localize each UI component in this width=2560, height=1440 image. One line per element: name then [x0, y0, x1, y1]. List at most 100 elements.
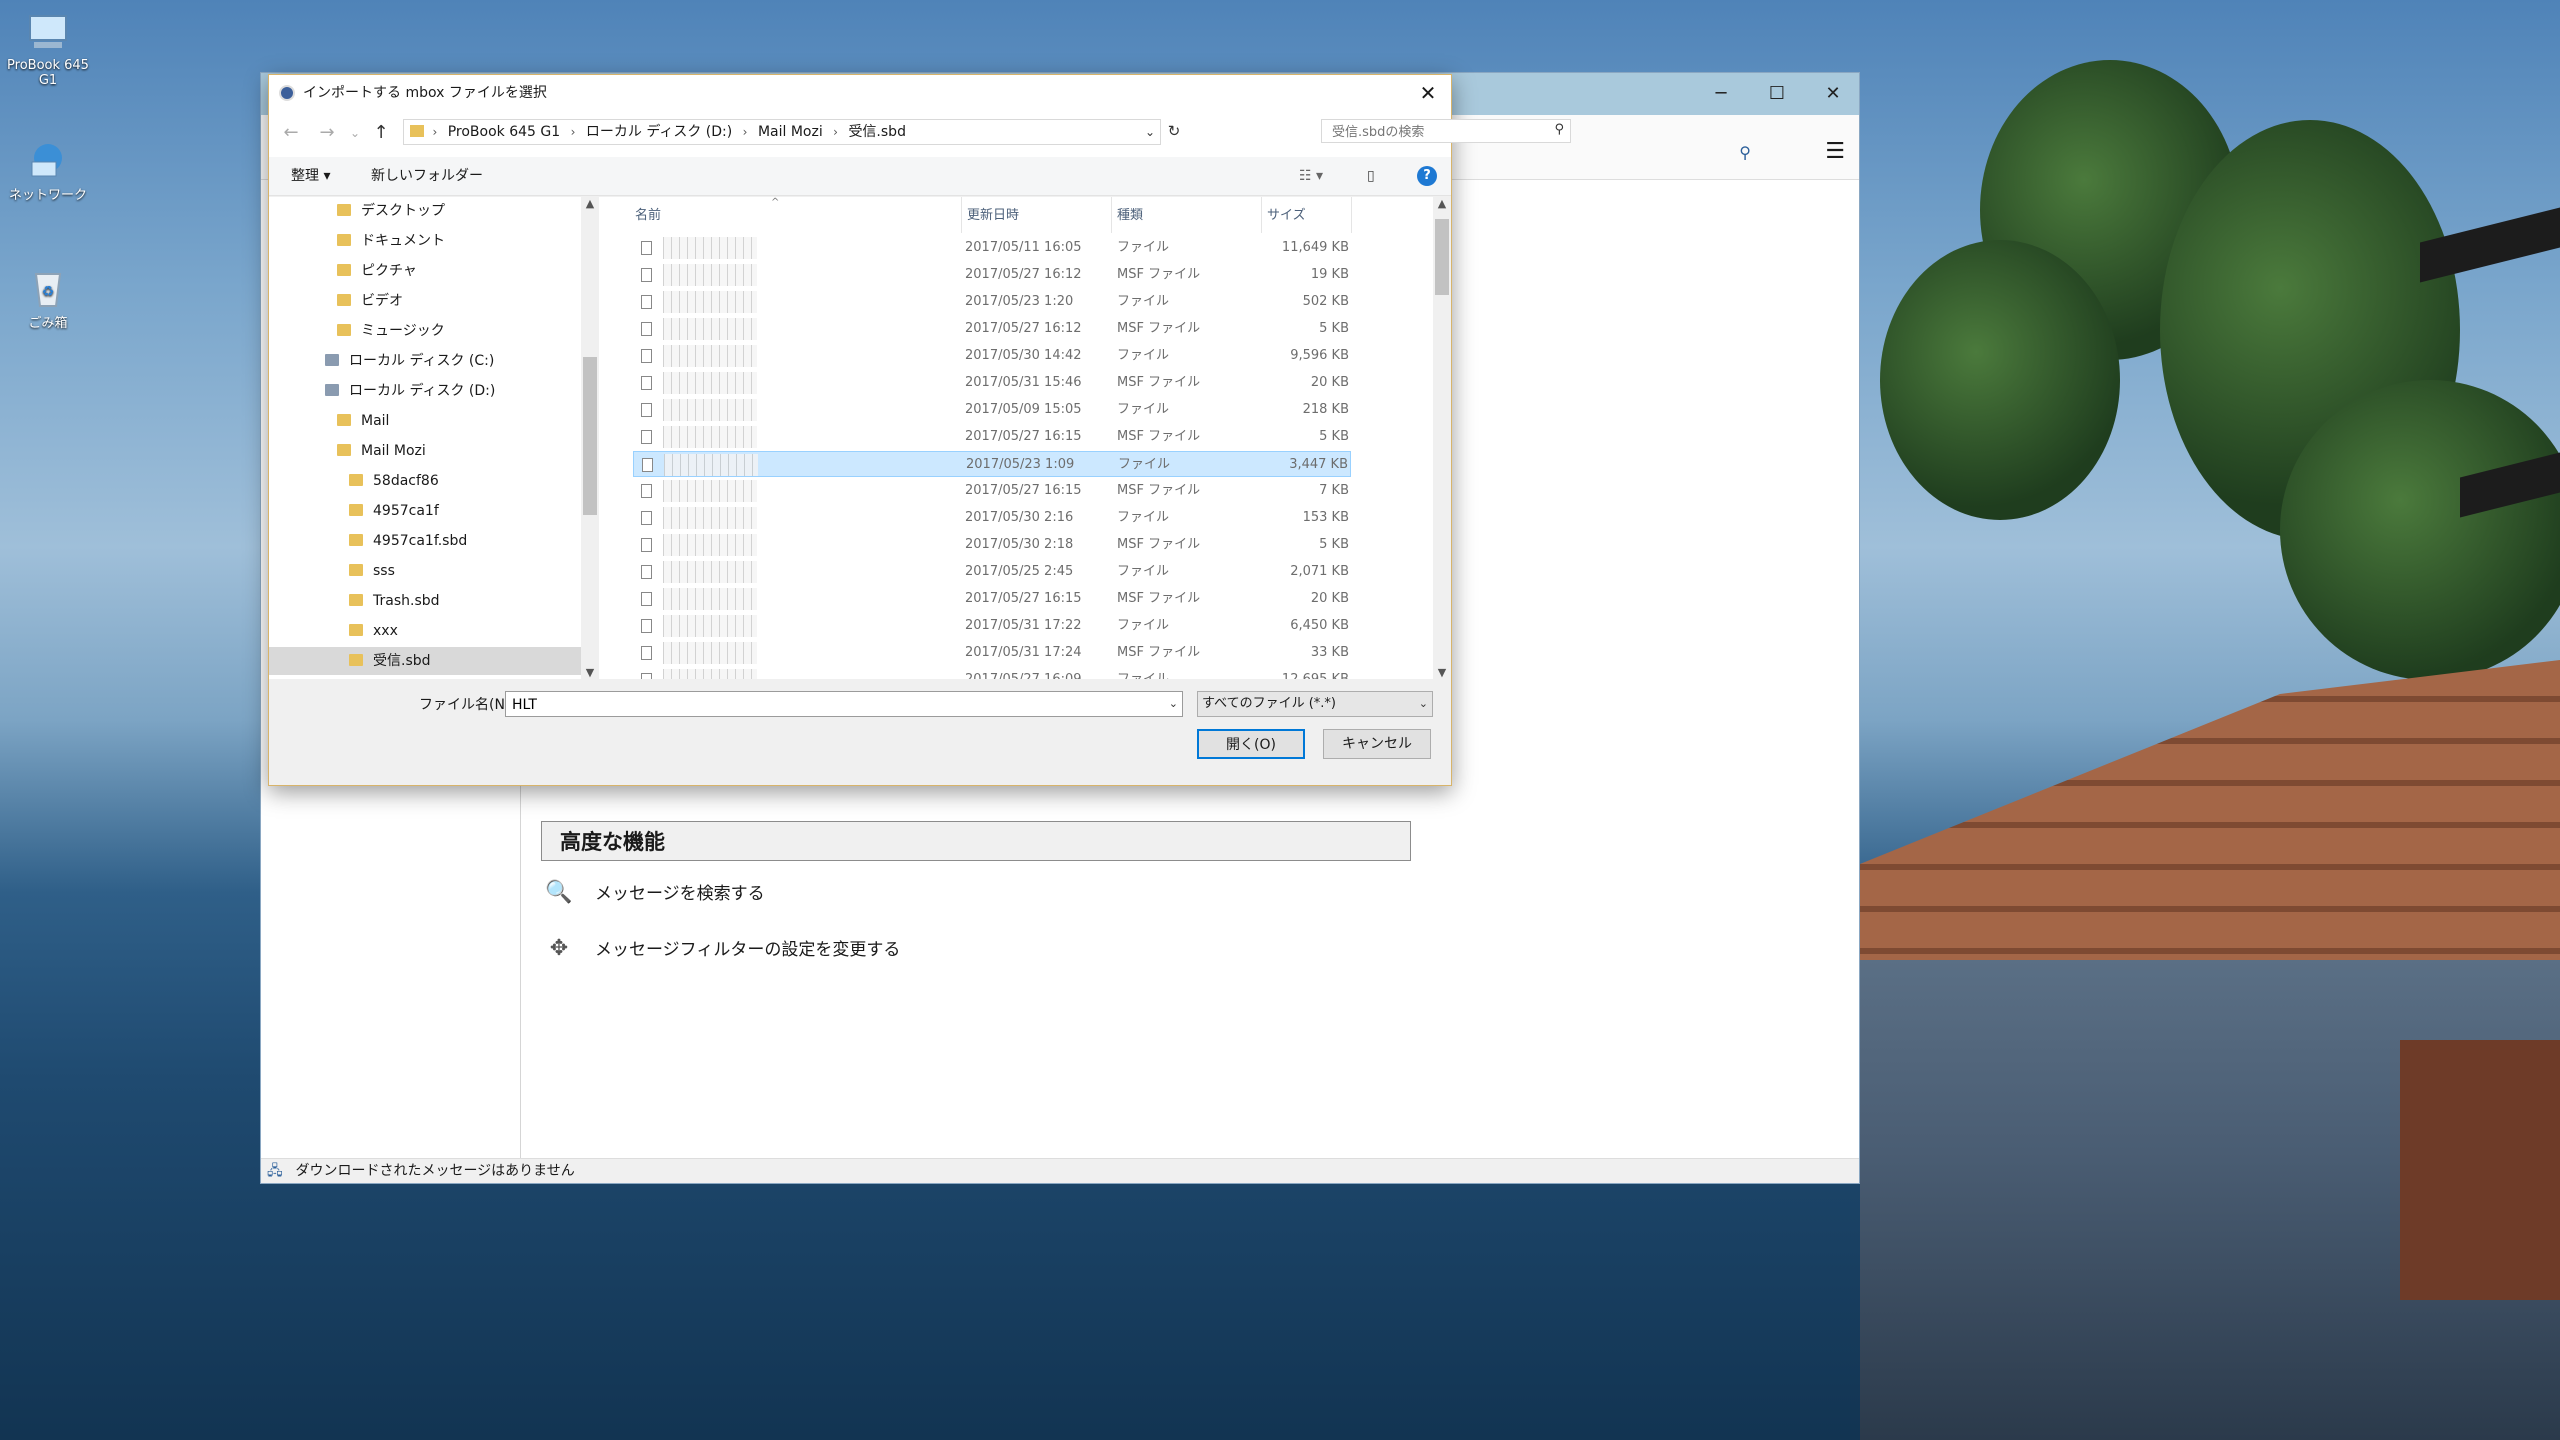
recent-locations-chevron-icon[interactable]: ⌄ [341, 119, 369, 147]
dialog-titlebar: インポートする mbox ファイルを選択 ✕ [269, 75, 1451, 111]
breadcrumb-item[interactable]: Mail Mozi [758, 120, 823, 144]
tree-scrollbar[interactable]: ▲ ▼ [581, 197, 599, 679]
redacted-filename [663, 399, 757, 421]
file-row[interactable]: 2017/05/27 16:15 MSF ファイル 5 KB [633, 424, 1351, 450]
file-list-scrollbar[interactable]: ▲ ▼ [1433, 197, 1451, 679]
tree-item[interactable]: sss [269, 557, 599, 585]
tree-item[interactable]: ミュージック [269, 317, 599, 345]
file-size: 20 KB [1310, 591, 1349, 606]
tree-item[interactable]: ビデオ [269, 287, 599, 315]
desktop-icon-computer[interactable]: ProBook 645 G1 [6, 14, 90, 88]
file-icon [641, 484, 652, 498]
app-search-input[interactable]: ⚲ [1441, 141, 1771, 169]
scroll-up-icon[interactable]: ▲ [581, 197, 599, 210]
dialog-close-button[interactable]: ✕ [1405, 75, 1451, 111]
file-row[interactable]: 2017/05/09 15:05 ファイル 218 KB [633, 397, 1351, 423]
column-divider[interactable] [1261, 197, 1262, 233]
file-row[interactable]: 2017/05/25 2:45 ファイル 2,071 KB [633, 559, 1351, 585]
cancel-button[interactable]: キャンセル [1323, 729, 1431, 759]
help-icon[interactable]: ? [1417, 166, 1437, 186]
desktop-icon-recycle-bin[interactable]: ♻ ごみ箱 [6, 268, 90, 331]
svg-text:♻: ♻ [42, 284, 55, 300]
column-divider[interactable] [1111, 197, 1112, 233]
tree-item[interactable]: 4957ca1f [269, 497, 599, 525]
tree-item[interactable]: ローカル ディスク (C:) [269, 347, 599, 375]
maximize-button[interactable]: ☐ [1749, 73, 1805, 115]
search-input[interactable] [1330, 121, 1544, 143]
file-row[interactable]: 2017/05/31 17:24 MSF ファイル 33 KB [633, 640, 1351, 666]
up-arrow-icon[interactable]: ↑ [367, 119, 395, 147]
open-button[interactable]: 開く(O) [1197, 729, 1305, 759]
column-header-type[interactable]: 種類 [1117, 203, 1143, 229]
file-row[interactable]: 2017/05/23 1:09 ファイル 3,447 KB [633, 451, 1351, 477]
tree-item[interactable]: xxx [269, 617, 599, 645]
file-row[interactable]: 2017/05/31 17:22 ファイル 6,450 KB [633, 613, 1351, 639]
tree-item[interactable]: ドキュメント [269, 227, 599, 255]
tree-item[interactable]: Mail [269, 407, 599, 435]
tree-scrollbar-thumb[interactable] [583, 357, 597, 515]
breadcrumb[interactable]: › ProBook 645 G1 › ローカル ディスク (D:) › Mail… [403, 119, 1161, 145]
file-type-select[interactable]: すべてのファイル (*.*) ⌄ [1197, 691, 1433, 717]
tree-item[interactable]: 58dacf86 [269, 467, 599, 495]
organize-button[interactable]: 整理 ▾ [291, 157, 330, 195]
tree-item[interactable]: ピクチャ [269, 257, 599, 285]
scroll-down-icon[interactable]: ▼ [581, 666, 599, 679]
scroll-down-icon[interactable]: ▼ [1433, 666, 1451, 679]
close-button[interactable]: ✕ [1805, 73, 1861, 115]
file-row[interactable]: 2017/05/27 16:15 MSF ファイル 20 KB [633, 586, 1351, 612]
file-size: 11,649 KB [1281, 240, 1349, 255]
file-row[interactable]: 2017/05/27 16:12 MSF ファイル 5 KB [633, 316, 1351, 342]
message-filters-link[interactable]: ✥ メッセージフィルターの設定を変更する [541, 931, 901, 967]
file-row[interactable]: 2017/05/30 14:42 ファイル 9,596 KB [633, 343, 1351, 369]
file-row[interactable]: 2017/05/31 15:46 MSF ファイル 20 KB [633, 370, 1351, 396]
filename-combobox[interactable]: ⌄ [505, 691, 1183, 717]
desktop-icon-network[interactable]: ネットワーク [6, 140, 90, 203]
tree-item-label: 4957ca1f [373, 503, 439, 519]
search-icon[interactable]: ⚲ [1739, 143, 1751, 162]
desktop-icon-label: ネットワーク [8, 188, 87, 203]
tree-item[interactable]: Mail Mozi [269, 437, 599, 465]
dialog-body: デスクトップ ドキュメント ピクチャ ビデオ ミュージック ローカル ディスク (C:) ロ… [269, 197, 1451, 679]
file-list-scrollbar-thumb[interactable] [1435, 219, 1449, 295]
new-folder-button[interactable]: 新しいフォルダー [371, 157, 483, 195]
file-row[interactable]: 2017/05/27 16:09 ファイル 12,695 KB [633, 667, 1351, 679]
tree-item[interactable]: 受信.sbd [269, 647, 599, 675]
folder-icon [337, 444, 351, 456]
file-row[interactable]: 2017/05/30 2:16 ファイル 153 KB [633, 505, 1351, 531]
tree-item[interactable]: デスクトップ [269, 197, 599, 225]
file-row[interactable]: 2017/05/27 16:15 MSF ファイル 7 KB [633, 478, 1351, 504]
search-messages-link[interactable]: 🔍 メッセージを検索する [541, 875, 764, 911]
preview-pane-icon[interactable]: ▯ [1367, 157, 1375, 195]
breadcrumb-item[interactable]: 受信.sbd [848, 120, 906, 144]
desktop-icon-label: ProBook 645 G1 [7, 58, 89, 88]
back-arrow-icon[interactable]: ← [277, 119, 305, 147]
filename-input[interactable] [510, 693, 1134, 717]
file-row[interactable]: 2017/05/27 16:12 MSF ファイル 19 KB [633, 262, 1351, 288]
column-header-name[interactable]: 名前 [635, 203, 661, 229]
column-header-size[interactable]: サイズ [1267, 203, 1306, 229]
tree-item[interactable]: ローカル ディスク (D:) [269, 377, 599, 405]
column-header-date[interactable]: 更新日時 [967, 203, 1019, 229]
forward-arrow-icon[interactable]: → [313, 119, 341, 147]
minimize-button[interactable]: ─ [1693, 73, 1749, 115]
scroll-up-icon[interactable]: ▲ [1433, 197, 1451, 210]
tree-item[interactable]: Trash.sbd [269, 587, 599, 615]
redacted-filename [663, 426, 757, 448]
column-divider[interactable] [961, 197, 962, 233]
address-row: ← → ⌄ ↑ › ProBook 645 G1 › ローカル ディスク (D:… [269, 111, 1571, 157]
refresh-icon[interactable]: ↻ [1163, 119, 1185, 143]
menu-icon[interactable]: ☰ [1825, 139, 1845, 164]
breadcrumb-item[interactable]: ProBook 645 G1 [448, 120, 560, 144]
file-row[interactable]: 2017/05/30 2:18 MSF ファイル 5 KB [633, 532, 1351, 558]
file-date: 2017/05/23 1:09 [966, 457, 1075, 472]
chevron-down-icon[interactable]: ⌄ [1140, 120, 1160, 144]
search-box[interactable]: ⚲ [1321, 119, 1571, 143]
breadcrumb-item[interactable]: ローカル ディスク (D:) [586, 120, 732, 144]
tree-item[interactable]: 4957ca1f.sbd [269, 527, 599, 555]
file-row[interactable]: 2017/05/11 16:05 ファイル 11,649 KB [633, 235, 1351, 261]
file-row[interactable]: 2017/05/23 1:20 ファイル 502 KB [633, 289, 1351, 315]
column-divider[interactable] [1351, 197, 1352, 233]
file-size: 5 KB [1319, 429, 1349, 444]
view-options-icon[interactable]: ☷ ▾ [1299, 157, 1323, 195]
chevron-down-icon[interactable]: ⌄ [1169, 692, 1178, 716]
